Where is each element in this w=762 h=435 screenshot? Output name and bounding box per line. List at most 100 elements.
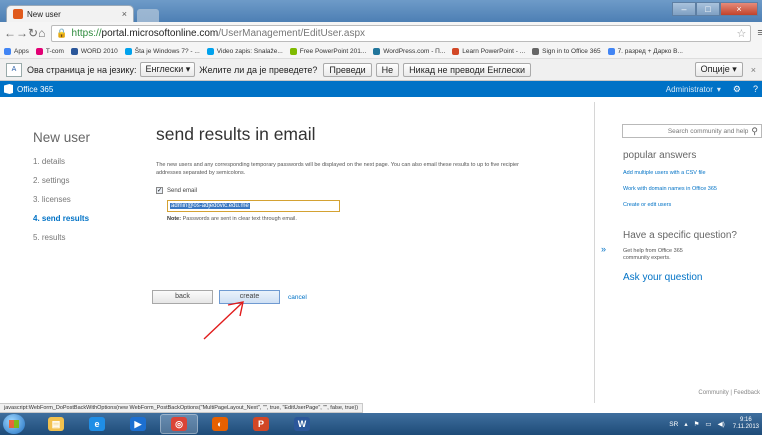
bookmark-label: WORD 2010 bbox=[80, 47, 118, 55]
status-bar: javascript:WebForm_DoPostBackWithOptions… bbox=[0, 403, 364, 413]
close-translate-icon[interactable]: × bbox=[751, 65, 756, 75]
office-favicon-icon bbox=[13, 9, 23, 19]
user-menu[interactable]: Administrator ▾ bbox=[662, 85, 721, 94]
volume-icon[interactable]: ◀) bbox=[718, 420, 725, 428]
tab-close-icon[interactable]: × bbox=[122, 9, 127, 19]
minimize-button[interactable]: – bbox=[672, 2, 696, 16]
bookmark-item[interactable]: T-com bbox=[35, 47, 64, 55]
clock-date: 7.11.2013 bbox=[732, 424, 759, 430]
address-bar[interactable]: 🔒 https:// portal.microsoftonline.com /U… bbox=[51, 24, 752, 42]
window-controls: – □ × bbox=[672, 2, 758, 16]
flag-icon[interactable]: ⚑ bbox=[694, 420, 700, 428]
bookmark-label: T-com bbox=[45, 47, 64, 55]
back-arrow-icon[interactable]: ← bbox=[4, 26, 16, 40]
collapse-pane-icon[interactable]: » bbox=[601, 244, 606, 254]
office-header: Office 365 Administrator ▾ ⚙ ? bbox=[0, 81, 762, 97]
tray-expand-icon[interactable]: ▴ bbox=[684, 420, 687, 428]
bookmark-label: Apps bbox=[14, 47, 29, 55]
bookmark-label: 7. разред + Дарко В... bbox=[617, 47, 683, 55]
url-host: portal.microsoftonline.com bbox=[101, 27, 219, 39]
bookmark-item[interactable]: WordPress.com - П... bbox=[373, 47, 445, 55]
browser-tab[interactable]: New user × bbox=[6, 5, 134, 22]
bookmark-label: Šta je Windows 7? - ... bbox=[134, 47, 200, 55]
bookmark-label: Video zapis: Snalaže... bbox=[216, 47, 283, 55]
bookmark-item[interactable]: 7. разред + Дарко В... bbox=[607, 47, 683, 55]
url-scheme: https:// bbox=[71, 27, 102, 39]
help-search-placeholder: Search community and help bbox=[667, 127, 749, 135]
taskbar-ie-button[interactable]: e bbox=[78, 414, 116, 434]
help-link-csv[interactable]: Add multiple users with a CSV file bbox=[623, 170, 706, 176]
chrome-menu-icon[interactable]: ≡ bbox=[757, 27, 762, 39]
taskbar-media-button[interactable]: ▶ bbox=[119, 414, 157, 434]
browser-toolbar: ← → ↻ ⌂ 🔒 https:// portal.microsoftonlin… bbox=[0, 22, 762, 44]
help-icon[interactable]: ? bbox=[753, 84, 758, 94]
bookmark-favicon-icon bbox=[373, 47, 381, 55]
lock-icon: 🔒 bbox=[56, 27, 68, 38]
question-heading: Have a specific question? bbox=[623, 230, 737, 241]
wizard-step: 5. results bbox=[33, 233, 66, 242]
options-button[interactable]: Опције ▾ bbox=[694, 62, 743, 77]
description-line-1: The new users and any corresponding temp… bbox=[156, 162, 519, 168]
bookmark-item[interactable]: Apps bbox=[4, 47, 29, 55]
page-title: send results in email bbox=[156, 124, 316, 144]
never-translate-button[interactable]: Никад не преводи Енглески bbox=[403, 62, 531, 77]
bookmark-item[interactable]: WORD 2010 bbox=[70, 47, 118, 55]
taskbar-chrome-button[interactable]: ◎ bbox=[160, 414, 198, 434]
close-window-button[interactable]: × bbox=[720, 2, 758, 16]
language-select[interactable]: Енглески ▾ bbox=[140, 62, 196, 77]
no-button[interactable]: Не bbox=[375, 62, 400, 77]
help-search-input[interactable]: Search community and help ⚲ bbox=[622, 124, 762, 138]
media-icon: ▶ bbox=[130, 417, 146, 431]
note-text: Passwords are sent in clear text through… bbox=[182, 216, 297, 222]
help-link-domains[interactable]: Work with domain names in Office 365 bbox=[623, 186, 717, 192]
bookmark-favicon-icon bbox=[35, 47, 43, 55]
powerpoint-icon: P bbox=[253, 417, 269, 431]
search-icon[interactable]: ⚲ bbox=[751, 126, 758, 137]
taskbar-powerpoint-button[interactable]: P bbox=[242, 414, 280, 434]
ask-question-link[interactable]: Ask your question bbox=[623, 272, 703, 283]
translate-bar: A Ова страница је на језику: Енглески ▾ … bbox=[0, 59, 762, 81]
home-icon[interactable]: ⌂ bbox=[38, 26, 45, 40]
clock[interactable]: 9:16 7.11.2013 bbox=[733, 417, 759, 431]
office-brand[interactable]: Office 365 bbox=[17, 85, 53, 94]
cancel-link[interactable]: cancel bbox=[288, 294, 307, 301]
taskbar-explorer-button[interactable]: ▤ bbox=[37, 414, 75, 434]
reload-icon[interactable]: ↻ bbox=[28, 26, 38, 40]
language-indicator[interactable]: SR bbox=[669, 421, 678, 428]
send-email-row[interactable]: ✓ Send email bbox=[156, 187, 596, 194]
bookmark-favicon-icon bbox=[607, 47, 615, 55]
taskbar-firefox-button[interactable]: ◐ bbox=[201, 414, 239, 434]
gear-icon[interactable]: ⚙ bbox=[733, 84, 741, 95]
email-recipients-field[interactable]: admin@os-adjedovic.edu.me bbox=[167, 200, 340, 212]
bookmark-item[interactable]: Šta je Windows 7? - ... bbox=[124, 47, 200, 55]
annotation-arrow-icon bbox=[203, 301, 244, 340]
firefox-icon: ◐ bbox=[212, 417, 228, 431]
translate-button[interactable]: Преведи bbox=[323, 62, 372, 77]
bookmark-item[interactable]: Free PowerPoint 201... bbox=[289, 47, 366, 55]
forward-arrow-icon[interactable]: → bbox=[16, 26, 28, 40]
new-tab-button[interactable] bbox=[137, 9, 159, 22]
description: The new users and any corresponding temp… bbox=[156, 161, 596, 177]
send-email-label: Send email bbox=[167, 187, 198, 194]
bookmark-label: Sign in to Office 365 bbox=[542, 47, 601, 55]
bookmark-favicon-icon bbox=[124, 47, 132, 55]
wizard-step: 1. details bbox=[33, 157, 66, 166]
bookmark-star-icon[interactable]: ☆ bbox=[736, 27, 746, 40]
bookmark-favicon-icon bbox=[4, 47, 11, 55]
translate-question: Желите ли да је преведете? bbox=[199, 64, 318, 75]
translate-icon: A bbox=[6, 62, 22, 77]
bookmark-item[interactable]: Learn PowerPoint - ... bbox=[452, 47, 525, 55]
maximize-button[interactable]: □ bbox=[696, 2, 720, 16]
start-button[interactable] bbox=[3, 414, 25, 434]
url-path: /UserManagement/EditUser.aspx bbox=[218, 27, 365, 39]
network-icon[interactable]: ▭ bbox=[705, 420, 711, 428]
taskbar-word-button[interactable]: W bbox=[283, 414, 321, 434]
bookmark-favicon-icon bbox=[206, 47, 214, 55]
bookmark-item[interactable]: Video zapis: Snalaže... bbox=[206, 47, 283, 55]
bookmark-item[interactable]: Sign in to Office 365 bbox=[532, 47, 601, 55]
pane-footer[interactable]: Community | Feedback bbox=[698, 390, 760, 396]
wizard-step: 3. licenses bbox=[33, 195, 71, 204]
send-email-checkbox[interactable]: ✓ bbox=[156, 187, 163, 194]
help-link-create-users[interactable]: Create or edit users bbox=[623, 202, 671, 208]
tab-title: New user bbox=[27, 9, 61, 19]
